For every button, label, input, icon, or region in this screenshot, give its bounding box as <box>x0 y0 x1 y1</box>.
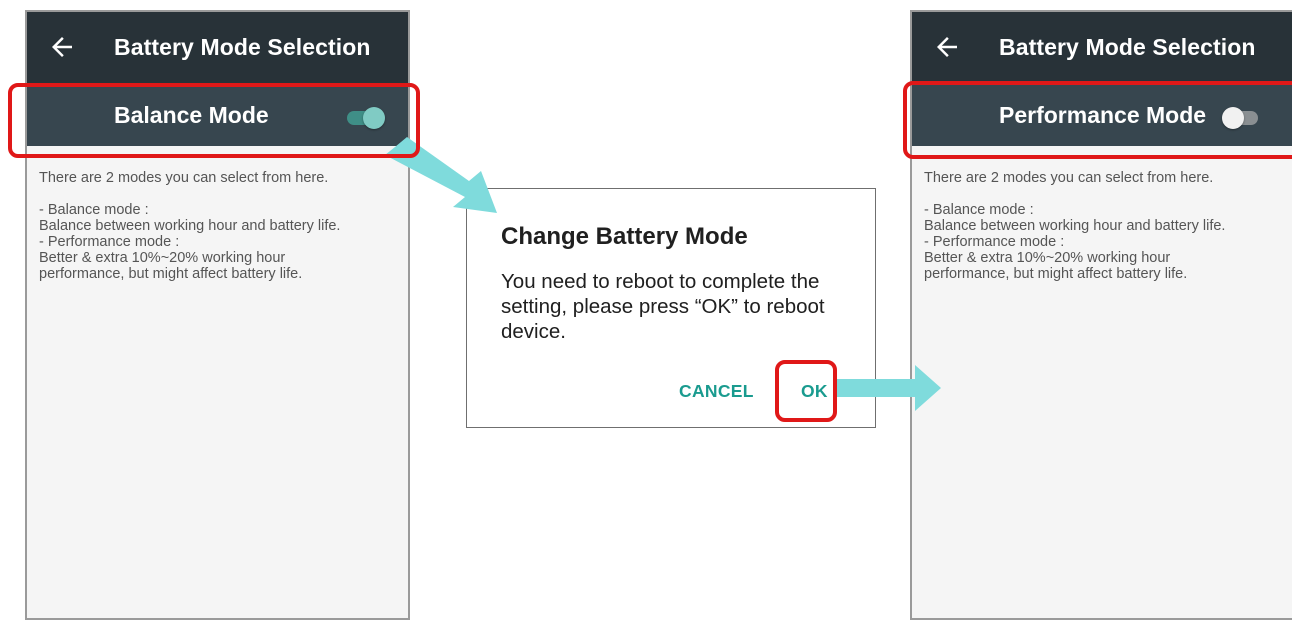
description-line: Balance between working hour and battery… <box>39 218 341 234</box>
dialog-title: Change Battery Mode <box>501 223 748 250</box>
balance-mode-highlight <box>8 83 420 158</box>
ok-button-highlight <box>775 360 837 422</box>
description-intro: There are 2 modes you can select from he… <box>924 170 1214 186</box>
page-title: Battery Mode Selection <box>114 34 371 60</box>
right-arrow-icon <box>835 365 941 411</box>
description-line: - Performance mode : <box>39 234 180 250</box>
description-line: - Performance mode : <box>924 234 1065 250</box>
description-line: Better & extra 10%~20% working hour perf… <box>924 250 1188 282</box>
description-line: - Balance mode : <box>924 202 1034 218</box>
performance-mode-highlight <box>903 81 1292 159</box>
page-title: Battery Mode Selection <box>999 34 1256 60</box>
app-bar: Battery Mode Selection <box>912 12 1292 84</box>
description-intro: There are 2 modes you can select from he… <box>39 170 329 186</box>
arrow-left-icon[interactable] <box>47 32 77 62</box>
app-bar: Battery Mode Selection <box>27 12 408 84</box>
description-line: Balance between working hour and battery… <box>924 218 1226 234</box>
mode-description: There are 2 modes you can select from he… <box>27 146 408 282</box>
arrow-left-icon[interactable] <box>932 32 962 62</box>
description-line: Better & extra 10%~20% working hour perf… <box>39 250 303 282</box>
description-line: - Balance mode : <box>39 202 149 218</box>
dialog-message: You need to reboot to complete the setti… <box>501 270 825 343</box>
cancel-button[interactable]: CANCEL <box>679 381 754 402</box>
mode-description: There are 2 modes you can select from he… <box>912 146 1292 282</box>
